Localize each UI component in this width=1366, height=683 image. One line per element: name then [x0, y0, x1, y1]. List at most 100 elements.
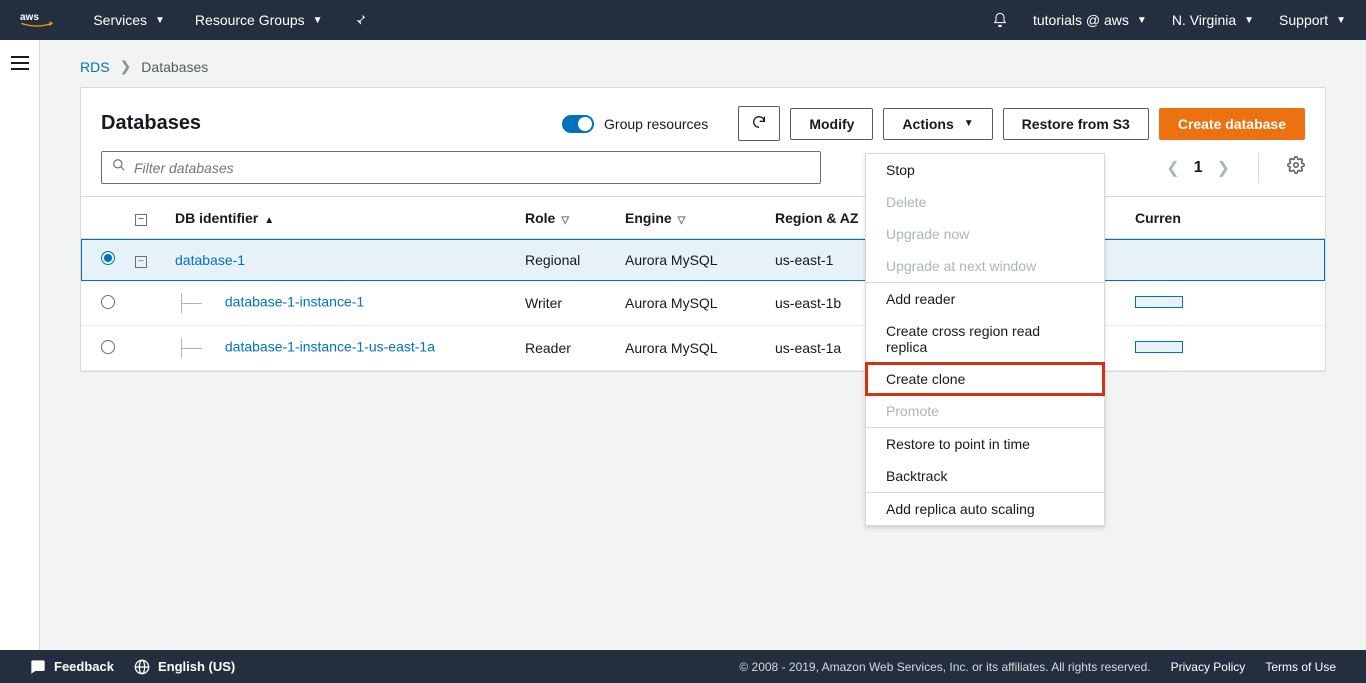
table-row[interactable]: database-1-instance-1-us-east-1a ReaderAu… — [81, 326, 1325, 371]
menu-item-promote: Promote — [866, 395, 1104, 427]
nav-support[interactable]: Support ▼ — [1279, 12, 1346, 28]
breadcrumb-current: Databases — [141, 59, 208, 75]
db-identifier-link[interactable]: database-1 — [175, 252, 245, 268]
pager: ❮ 1 ❯ — [1166, 153, 1305, 183]
table-row[interactable]: −database-1RegionalAurora MySQLus-east-1 — [81, 239, 1325, 281]
col-engine[interactable]: Engine — [625, 210, 672, 226]
feedback-link[interactable]: Feedback — [30, 659, 114, 675]
nav-support-label: Support — [1279, 12, 1328, 28]
privacy-link[interactable]: Privacy Policy — [1171, 660, 1246, 674]
actions-button-label: Actions — [902, 116, 953, 132]
menu-item-add-replica-auto-scaling[interactable]: Add replica auto scaling — [866, 493, 1104, 525]
caret-down-icon: ▼ — [1137, 15, 1147, 26]
footer: Feedback English (US) © 2008 - 2019, Ama… — [0, 650, 1366, 683]
col-db-identifier[interactable]: DB identifier — [175, 210, 258, 226]
terms-link[interactable]: Terms of Use — [1265, 660, 1336, 674]
language-selector[interactable]: English (US) — [134, 659, 235, 675]
svg-text:aws: aws — [20, 12, 39, 23]
toggle-label: Group resources — [604, 116, 708, 132]
refresh-icon — [751, 114, 767, 133]
settings-gear-icon[interactable] — [1287, 156, 1305, 179]
col-current[interactable]: Curren — [1135, 210, 1181, 226]
menu-item-restore-to-point-in-time[interactable]: Restore to point in time — [866, 428, 1104, 460]
page-next[interactable]: ❯ — [1217, 158, 1230, 178]
caret-down-icon: ▼ — [1336, 15, 1346, 26]
menu-item-backtrack[interactable]: Backtrack — [866, 460, 1104, 492]
menu-item-upgrade-at-next-window: Upgrade at next window — [866, 250, 1104, 282]
collapse-icon[interactable]: − — [135, 256, 147, 268]
collapse-all-icon[interactable]: − — [135, 214, 147, 226]
nav-resource-groups-label: Resource Groups — [195, 12, 305, 28]
row-radio[interactable] — [101, 251, 115, 265]
main-content: RDS ❯ Databases Databases Group resource… — [40, 40, 1366, 650]
filter-input-wrapper[interactable] — [101, 151, 821, 184]
pager-divider — [1258, 153, 1259, 183]
menu-item-upgrade-now: Upgrade now — [866, 218, 1104, 250]
caret-down-icon: ▼ — [964, 118, 974, 129]
breadcrumb-root[interactable]: RDS — [80, 59, 110, 75]
hamburger-icon[interactable] — [11, 55, 29, 76]
aws-logo[interactable]: aws — [20, 10, 53, 30]
engine-cell: Aurora MySQL — [615, 326, 765, 371]
nav-resource-groups[interactable]: Resource Groups ▼ — [195, 12, 323, 28]
top-nav: aws Services ▼ Resource Groups ▼ tutoria… — [0, 0, 1366, 40]
menu-item-create-cross-region-read-replica[interactable]: Create cross region read replica — [866, 315, 1104, 363]
sort-icon: ▽ — [561, 215, 569, 226]
connections-bar — [1135, 296, 1183, 308]
page-prev[interactable]: ❮ — [1166, 158, 1179, 178]
role-cell: Reader — [515, 326, 615, 371]
restore-from-s3-button[interactable]: Restore from S3 — [1003, 108, 1149, 140]
breadcrumb: RDS ❯ Databases — [40, 40, 1366, 87]
nav-account-label: tutorials @ aws — [1033, 12, 1129, 28]
role-cell: Writer — [515, 281, 615, 326]
databases-table: − DB identifier ▲ Role ▽ Engine ▽ Region & … — [81, 196, 1325, 371]
caret-down-icon: ▼ — [313, 15, 323, 26]
pin-icon[interactable] — [353, 13, 367, 27]
nav-services[interactable]: Services ▼ — [93, 12, 165, 28]
page-number: 1 — [1194, 159, 1203, 177]
menu-item-delete: Delete — [866, 186, 1104, 218]
col-region[interactable]: Region & AZ — [775, 210, 858, 226]
language-label: English (US) — [158, 659, 235, 674]
sort-icon: ▽ — [678, 215, 686, 226]
table-row[interactable]: database-1-instance-1WriterAurora MySQLu… — [81, 281, 1325, 326]
refresh-button[interactable] — [738, 106, 780, 141]
nav-services-label: Services — [93, 12, 147, 28]
actions-button[interactable]: Actions ▼ — [883, 108, 992, 140]
sort-asc-icon: ▲ — [264, 215, 274, 226]
caret-down-icon: ▼ — [155, 15, 165, 26]
search-icon — [112, 158, 126, 177]
filter-row: ❮ 1 ❯ — [81, 151, 1325, 196]
nav-account[interactable]: tutorials @ aws ▼ — [1033, 12, 1147, 28]
role-cell: Regional — [515, 239, 615, 281]
connections-bar — [1135, 341, 1183, 353]
create-database-button[interactable]: Create database — [1159, 108, 1305, 140]
page-title: Databases — [101, 112, 201, 135]
nav-region-label: N. Virginia — [1172, 12, 1236, 28]
actions-dropdown: StopDeleteUpgrade nowUpgrade at next win… — [865, 153, 1105, 526]
databases-panel: Databases Group resources Modify Actions… — [80, 87, 1326, 372]
toggle-switch — [562, 115, 594, 133]
engine-cell: Aurora MySQL — [615, 281, 765, 326]
col-role[interactable]: Role — [525, 210, 555, 226]
row-radio[interactable] — [101, 340, 115, 354]
nav-region[interactable]: N. Virginia ▼ — [1172, 12, 1254, 28]
engine-cell: Aurora MySQL — [615, 239, 765, 281]
modify-button[interactable]: Modify — [790, 108, 873, 140]
menu-item-stop[interactable]: Stop — [866, 154, 1104, 186]
tree-indent — [181, 338, 221, 358]
filter-databases-input[interactable] — [134, 160, 810, 176]
notifications-icon[interactable] — [992, 12, 1008, 28]
panel-header: Databases Group resources Modify Actions… — [81, 88, 1325, 151]
copyright-text: © 2008 - 2019, Amazon Web Services, Inc.… — [739, 660, 1150, 674]
db-identifier-link[interactable]: database-1-instance-1-us-east-1a — [225, 339, 435, 355]
side-rail — [0, 40, 40, 650]
group-resources-toggle[interactable]: Group resources — [562, 115, 708, 133]
menu-item-create-clone[interactable]: Create clone — [866, 363, 1104, 395]
feedback-label: Feedback — [54, 659, 114, 674]
tree-indent — [181, 293, 221, 313]
caret-down-icon: ▼ — [1244, 15, 1254, 26]
row-radio[interactable] — [101, 295, 115, 309]
db-identifier-link[interactable]: database-1-instance-1 — [225, 294, 364, 310]
menu-item-add-reader[interactable]: Add reader — [866, 283, 1104, 315]
